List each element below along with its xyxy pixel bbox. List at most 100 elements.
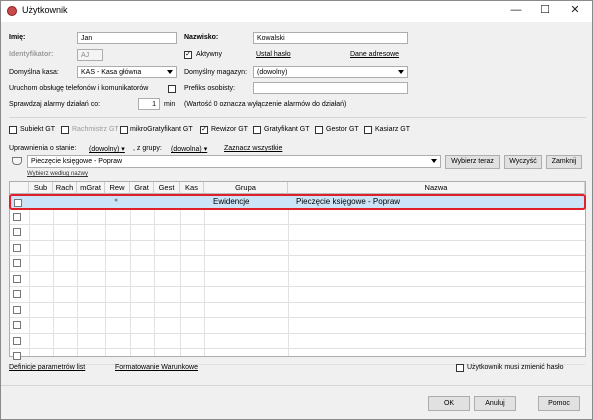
row-checkbox[interactable] xyxy=(13,290,21,298)
prefix-field[interactable] xyxy=(253,82,408,94)
group-filter-link[interactable]: (dowolna) ▾ xyxy=(171,145,207,153)
role-subiekt-label: Subiekt GT xyxy=(20,126,56,133)
conditional-format-link[interactable]: Formatowanie Warunkowe xyxy=(115,364,198,371)
prefix-label: Prefiks osobisty: xyxy=(184,85,235,92)
grid-header-grupa[interactable]: Grupa xyxy=(204,182,288,194)
group-filter-value: (dowolna) xyxy=(171,146,202,153)
row-checkbox[interactable] xyxy=(13,228,21,236)
last-name-field[interactable]: Kowalski xyxy=(253,32,408,44)
table-row-selected[interactable]: ● Ewidencje Pieczęcie księgowe - Popraw xyxy=(9,194,586,210)
grid-header-gest[interactable]: Gest xyxy=(154,182,180,194)
chevron-down-icon xyxy=(167,70,173,74)
role-rachmistrz-checkbox[interactable] xyxy=(61,126,69,134)
active-checkbox[interactable]: ✓ xyxy=(184,51,192,59)
select-all-link[interactable]: Zaznacz wszystkie xyxy=(224,145,282,152)
identifier-label: Identyfikator: xyxy=(9,51,54,58)
table-row[interactable] xyxy=(10,334,585,349)
row-checkbox[interactable] xyxy=(13,243,21,252)
grid-header-rach[interactable]: Rach xyxy=(53,182,77,194)
active-label: Aktywny xyxy=(196,51,223,58)
must-change-password-label: Użytkownik musi zmienić hasło xyxy=(467,364,564,371)
phones-label: Uruchom obsługę telefonów i komunikatoró… xyxy=(9,85,149,92)
alarms-unit: min xyxy=(164,101,176,108)
role-gestor-checkbox[interactable] xyxy=(315,126,323,134)
role-mikrogratyfikant-checkbox[interactable] xyxy=(120,126,128,134)
permissions-grid[interactable]: Sub Rach mGrat Rew Grat Gest Kas Grupa N… xyxy=(9,181,586,365)
help-button[interactable]: Pomoc xyxy=(538,396,580,411)
identifier-field: AJ xyxy=(77,49,103,61)
first-name-field[interactable]: Jan xyxy=(77,32,177,44)
group-cell: Ewidencje xyxy=(213,197,250,206)
role-mikrogratyfikant-label: mikroGratyfikant GT xyxy=(130,126,193,133)
filter-funnel-icon[interactable] xyxy=(12,157,22,165)
row-checkbox[interactable] xyxy=(13,274,21,283)
search-value: Pieczęcie księgowe - Popraw xyxy=(31,158,123,165)
ok-button[interactable]: OK xyxy=(428,396,470,411)
select-now-button[interactable]: Wybierz teraz xyxy=(445,155,500,169)
default-cash-select[interactable]: KAS - Kasa główna xyxy=(77,66,177,78)
table-row[interactable] xyxy=(10,303,585,318)
table-row[interactable] xyxy=(10,225,585,241)
table-row[interactable] xyxy=(10,287,585,303)
state-filter-value: (dowolny) xyxy=(89,146,120,153)
role-gratyfikant-checkbox[interactable] xyxy=(253,126,261,134)
grid-header-rew[interactable]: Rew xyxy=(105,182,130,194)
grid-header-mgrat[interactable]: mGrat xyxy=(77,182,105,194)
table-row[interactable] xyxy=(10,272,585,287)
row-checkbox[interactable] xyxy=(13,305,21,314)
address-data-link[interactable]: Dane adresowe xyxy=(350,51,399,58)
alarms-label: Sprawdzaj alarmy działań co: xyxy=(9,101,101,108)
row-checkbox[interactable] xyxy=(14,199,22,207)
search-combo[interactable]: Pieczęcie księgowe - Popraw xyxy=(27,155,441,168)
default-warehouse-select[interactable]: (dowolny) xyxy=(253,66,408,78)
rew-indicator-icon: ● xyxy=(114,197,119,204)
grid-header-sub[interactable]: Sub xyxy=(29,182,53,194)
cancel-button[interactable]: Anuluj xyxy=(474,396,516,411)
table-row[interactable] xyxy=(10,349,585,365)
phones-checkbox[interactable] xyxy=(168,85,176,93)
row-checkbox[interactable] xyxy=(13,321,21,329)
chevron-down-icon xyxy=(398,70,404,74)
grid-header-grat[interactable]: Grat xyxy=(130,182,154,194)
role-rewizor-label: Rewizor GT xyxy=(211,126,248,133)
row-checkbox[interactable] xyxy=(13,336,21,345)
minimize-button[interactable]: — xyxy=(502,2,530,19)
clear-button[interactable]: Wyczyść xyxy=(504,155,542,169)
default-cash-value: KAS - Kasa główna xyxy=(81,69,142,76)
table-row[interactable] xyxy=(10,318,585,334)
app-icon xyxy=(7,6,17,16)
first-name-label: Imię: xyxy=(9,34,26,41)
role-subiekt-checkbox[interactable] xyxy=(9,126,17,134)
set-password-link[interactable]: Ustal hasło xyxy=(256,51,291,58)
footer-divider xyxy=(1,385,592,386)
list-params-link[interactable]: Definicje parametrów list xyxy=(9,364,85,371)
close-button[interactable]: ✕ xyxy=(561,2,589,19)
alarms-note: (Wartość 0 oznacza wyłączenie alarmów do… xyxy=(184,101,347,108)
state-filter-link[interactable]: (dowolny) ▾ xyxy=(89,145,125,153)
close-search-button[interactable]: Zamknij xyxy=(546,155,582,169)
must-change-password-checkbox[interactable] xyxy=(456,364,464,372)
row-checkbox[interactable] xyxy=(13,259,21,267)
role-kasiarz-label: Kasiarz GT xyxy=(375,126,411,133)
role-gestor-label: Gestor GT xyxy=(326,126,359,133)
row-checkbox[interactable] xyxy=(13,352,21,360)
table-row[interactable] xyxy=(10,256,585,272)
name-cell: Pieczęcie księgowe - Popraw xyxy=(296,197,401,206)
search-hint[interactable]: Wybierz według nazwy xyxy=(27,171,88,177)
window-title: Użytkownik xyxy=(22,5,68,15)
alarms-interval-field[interactable]: 1 xyxy=(138,98,160,110)
default-warehouse-value: (dowolny) xyxy=(257,69,288,76)
maximize-button[interactable]: ☐ xyxy=(531,2,559,19)
role-gratyfikant-label: Gratyfikant GT xyxy=(264,126,310,133)
group-label: , z grupy: xyxy=(133,145,162,152)
table-row[interactable] xyxy=(10,241,585,256)
row-checkbox[interactable] xyxy=(13,212,21,221)
table-row[interactable] xyxy=(10,210,585,225)
chevron-down-icon xyxy=(431,159,437,163)
divider xyxy=(9,117,586,118)
role-rachmistrz-label: Rachmistrz GT xyxy=(72,126,119,133)
grid-header-kas[interactable]: Kas xyxy=(180,182,204,194)
role-rewizor-checkbox[interactable]: ✓ xyxy=(200,126,208,134)
role-kasiarz-checkbox[interactable] xyxy=(364,126,372,134)
grid-header-nazwa[interactable]: Nazwa xyxy=(288,182,585,194)
